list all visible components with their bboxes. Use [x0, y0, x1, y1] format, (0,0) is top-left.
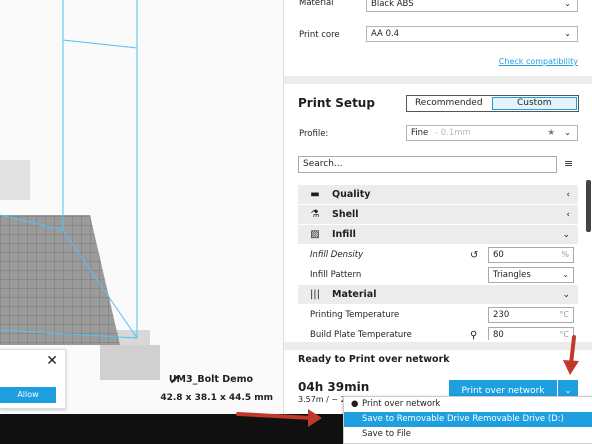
chevron-down-icon: ⌄ [564, 0, 571, 8]
printing-temperature-input[interactable]: 230 °C [488, 307, 574, 323]
category-material[interactable]: ||| Material ⌄ [298, 285, 578, 305]
3d-viewport[interactable]: ✕ Allow UM3_Bolt Demo 42.8 x 38.1 x 44.5… [0, 0, 283, 414]
tab-custom[interactable]: Custom [491, 97, 577, 110]
setting-infill-density: Infill Density ↺ 60 % [298, 245, 578, 265]
profile-hint: - 0.1mm [434, 128, 471, 138]
chevron-down-icon: ⌄ [562, 270, 569, 279]
menu-item-save-to-removable-drive[interactable]: Save to Removable Drive Removable Drive … [344, 412, 592, 427]
shell-icon: ⚗ [310, 209, 320, 220]
printer-frame [0, 160, 30, 200]
model-dimensions: 42.8 x 38.1 x 44.5 mm [160, 393, 273, 403]
settings-list: ▬ Quality ‹ ⚗ Shell ‹ ▨ Infill ⌄ Infill … [298, 185, 578, 340]
material-value: Black ABS [371, 0, 414, 9]
print-core-label: Print core [299, 30, 340, 40]
quality-icon: ▬ [310, 189, 320, 200]
material-icon: ||| [309, 289, 321, 300]
search-input[interactable]: Search... [298, 156, 557, 173]
model-name-text: UM3_Bolt Demo [168, 374, 253, 385]
infill-pattern-select[interactable]: Triangles ⌄ [488, 267, 574, 283]
tab-recommended[interactable]: Recommended [407, 96, 491, 111]
material-label: Material [299, 0, 334, 8]
chevron-left-icon: ‹ [566, 209, 570, 220]
model-name: UM3_Bolt Demo [169, 374, 253, 385]
setting-printing-temperature: Printing Temperature 230 °C [298, 305, 578, 325]
star-icon[interactable]: ★ [547, 126, 555, 140]
infill-density-input[interactable]: 60 % [488, 247, 574, 263]
material-select[interactable]: Black ABS ⌄ [366, 0, 578, 12]
print-core-select[interactable]: AA 0.4 ⌄ [366, 26, 578, 42]
print-time: 04h 39min [298, 380, 370, 394]
print-setup-title: Print Setup [298, 96, 375, 110]
category-shell[interactable]: ⚗ Shell ‹ [298, 205, 578, 225]
menu-item-print-over-network[interactable]: ● Print over network [344, 397, 592, 412]
category-infill[interactable]: ▨ Infill ⌄ [298, 225, 578, 245]
profile-value: Fine [411, 128, 429, 138]
print-core-value: AA 0.4 [371, 29, 400, 39]
build-plate-temperature-input[interactable]: 80 °C [488, 327, 574, 340]
network-popup: ✕ Allow [0, 349, 66, 409]
chevron-down-icon: ⌄ [564, 29, 571, 38]
allow-button[interactable]: Allow [0, 387, 56, 403]
reset-icon[interactable]: ↺ [470, 250, 478, 261]
divider [284, 76, 592, 84]
mode-tabs: Recommended Custom [406, 95, 579, 112]
chevron-down-icon: ⌄ [562, 289, 570, 300]
category-quality[interactable]: ▬ Quality ‹ [298, 185, 578, 205]
link-icon[interactable]: ⚲ [470, 330, 477, 341]
settings-menu-icon[interactable]: ≡ [564, 157, 573, 170]
infill-icon: ▨ [310, 229, 320, 240]
output-device-menu: ● Print over network Save to Removable D… [343, 396, 592, 444]
settings-panel: Material Black ABS ⌄ Print core AA 0.4 ⌄… [283, 0, 592, 414]
setting-infill-pattern: Infill Pattern Triangles ⌄ [298, 265, 578, 285]
profile-select[interactable]: Fine - 0.1mm ★ ⌄ [406, 125, 578, 141]
chevron-down-icon: ⌄ [564, 128, 571, 137]
chevron-left-icon: ‹ [566, 189, 570, 200]
ready-label: Ready to Print over network [298, 354, 450, 365]
menu-item-save-to-file[interactable]: Save to File [344, 427, 592, 442]
check-compatibility-link[interactable]: Check compatibility [499, 57, 578, 66]
radio-dot-icon: ● [351, 399, 359, 409]
close-icon[interactable]: ✕ [46, 354, 58, 368]
settings-scrollbar[interactable] [586, 180, 591, 232]
setting-build-plate-temperature: Build Plate Temperature ⚲ 80 °C [298, 325, 578, 340]
pencil-icon[interactable] [169, 374, 180, 385]
chevron-down-icon: ⌄ [562, 229, 570, 240]
profile-label: Profile: [299, 129, 329, 139]
